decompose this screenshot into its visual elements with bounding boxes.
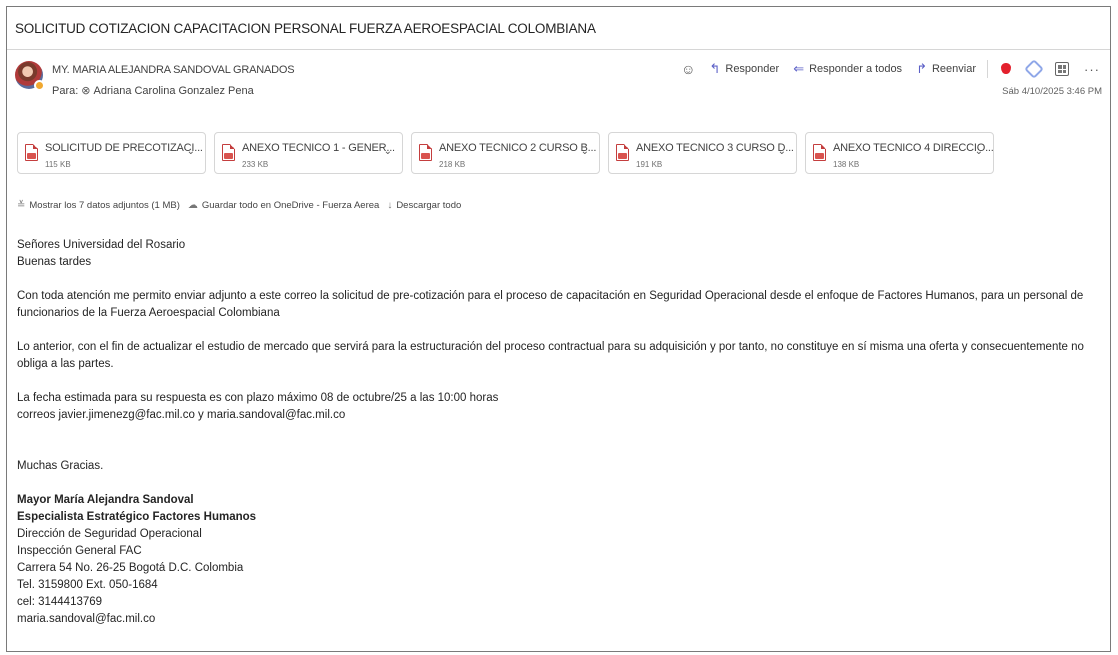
add-in-button[interactable] <box>994 62 1018 76</box>
forward-button[interactable]: ↱ Reenviar <box>911 61 981 77</box>
forward-label: Reenviar <box>931 63 976 75</box>
pdf-file-icon <box>813 144 826 161</box>
more-options-icon[interactable]: ··· <box>1078 62 1100 77</box>
pdf-file-icon <box>616 144 629 161</box>
reply-all-button[interactable]: ⇐ Responder a todos <box>788 61 907 77</box>
sender-avatar[interactable] <box>15 61 45 91</box>
attachment-size: 138 KB <box>833 160 860 169</box>
chevron-down-icon[interactable]: ⌄ <box>778 146 786 157</box>
chevron-down-icon[interactable]: ⌄ <box>384 146 392 157</box>
recipient-line: Para: ⊗ Adriana Carolina Gonzalez Pena <box>52 84 254 98</box>
signature-line: Tel. 3159800 Ext. 050-1684 <box>17 579 158 591</box>
message-body: Señores Universidad del Rosario Buenas t… <box>17 237 1100 628</box>
attachment-size: 191 KB <box>636 160 663 169</box>
attachment-size: 218 KB <box>439 160 466 169</box>
attachment-name: ANEXO TECNICO 4 DIRECCIO... <box>833 142 994 154</box>
reply-all-label: Responder a todos <box>809 63 903 75</box>
heart-icon <box>999 62 1013 76</box>
attachment-name: ANEXO TECNICO 3 CURSO D... <box>636 142 794 154</box>
double-chevron-down-icon: ≚ <box>17 200 26 211</box>
pdf-file-icon <box>222 144 235 161</box>
save-onedrive-label: Guardar todo en OneDrive - Fuerza Aerea <box>201 200 380 211</box>
show-all-label: Mostrar los 7 datos adjuntos (1 MB) <box>29 200 180 211</box>
email-subject: SOLICITUD COTIZACION CAPACITACION PERSON… <box>7 7 1110 50</box>
signature-line: cel: 3144413769 <box>17 596 103 608</box>
signature-title: Especialista Estratégico Factores Humano… <box>17 511 257 523</box>
signature-name: Mayor María Alejandra Sandoval <box>17 494 194 506</box>
attachment-name: SOLICITUD DE PRECOTIZACI... <box>45 142 203 154</box>
body-paragraph: correos javier.jimenezg@fac.mil.co y mar… <box>17 409 346 421</box>
presence-away-icon <box>34 80 45 91</box>
save-onedrive-link[interactable]: ☁ Guardar todo en OneDrive - Fuerza Aere… <box>188 200 379 211</box>
attachment-card[interactable]: ANEXO TECNICO 1 - GENER... 233 KB ⌄ <box>214 132 403 174</box>
chevron-down-icon[interactable]: ⌄ <box>581 146 589 157</box>
loop-button[interactable] <box>1022 59 1046 79</box>
sender-name[interactable]: MY. MARIA ALEJANDRA SANDOVAL GRANADOS <box>52 64 295 76</box>
signature-line: Inspección General FAC <box>17 545 142 557</box>
message-header: MY. MARIA ALEJANDRA SANDOVAL GRANADOS Pa… <box>7 50 1110 102</box>
reply-button[interactable]: ↰ Responder <box>704 61 784 77</box>
download-all-label: Descargar todo <box>396 200 462 211</box>
closing-line: Muchas Gracias. <box>17 460 104 472</box>
body-paragraph: La fecha estimada para su respuesta es c… <box>17 392 499 404</box>
attachment-card[interactable]: ANEXO TECNICO 3 CURSO D... 191 KB ⌄ <box>608 132 797 174</box>
attachment-name: ANEXO TECNICO 1 - GENER... <box>242 142 395 154</box>
message-actions: ☺ ↰ Responder ⇐ Responder a todos ↱ Reen… <box>676 59 1100 79</box>
reply-all-icon: ⇐ <box>793 61 805 76</box>
signature-email[interactable]: maria.sandoval@fac.mil.co <box>17 611 1100 628</box>
email-reading-pane: SOLICITUD COTIZACION CAPACITACION PERSON… <box>6 6 1111 652</box>
react-button[interactable]: ☺ <box>676 61 700 77</box>
cloud-icon: ☁ <box>187 200 198 211</box>
greeting-line: Buenas tardes <box>17 256 92 268</box>
body-paragraph: Con toda atención me permito enviar adju… <box>17 290 1084 319</box>
signature-line: Dirección de Seguridad Operacional <box>17 528 202 540</box>
attachment-name: ANEXO TECNICO 2 CURSO B... <box>439 142 597 154</box>
attachment-list: SOLICITUD DE PRECOTIZACI... 115 KB ⌄ ANE… <box>17 132 994 174</box>
reply-icon: ↰ <box>709 61 721 76</box>
attachment-card[interactable]: ANEXO TECNICO 4 DIRECCIO... 138 KB ⌄ <box>805 132 994 174</box>
to-label: Para: <box>52 84 79 97</box>
apps-icon <box>1055 62 1069 76</box>
signature-line: Carrera 54 No. 26-25 Bogotá D.C. Colombi… <box>17 562 244 574</box>
received-date: Sáb 4/10/2025 3:46 PM <box>1002 86 1102 97</box>
apps-button[interactable] <box>1050 62 1074 76</box>
recipient-name[interactable]: Adriana Carolina Gonzalez Pena <box>94 85 254 97</box>
chevron-down-icon[interactable]: ⌄ <box>187 146 195 157</box>
pdf-file-icon <box>419 144 432 161</box>
greeting-line: Señores Universidad del Rosario <box>17 239 186 251</box>
smiley-icon: ☺ <box>681 61 696 77</box>
loop-icon <box>1024 59 1044 79</box>
download-all-link[interactable]: ↓ Descargar todo <box>387 200 461 211</box>
download-icon: ↓ <box>387 200 393 211</box>
attachment-size: 233 KB <box>242 160 269 169</box>
reply-label: Responder <box>725 63 780 75</box>
attachment-card[interactable]: SOLICITUD DE PRECOTIZACI... 115 KB ⌄ <box>17 132 206 174</box>
forward-icon: ↱ <box>916 61 927 76</box>
body-paragraph: Lo anterior, con el fin de actualizar el… <box>17 341 1084 370</box>
pdf-file-icon <box>25 144 38 161</box>
attachment-size: 115 KB <box>45 160 71 169</box>
attachment-card[interactable]: ANEXO TECNICO 2 CURSO B... 218 KB ⌄ <box>411 132 600 174</box>
show-all-attachments-link[interactable]: ≚ Mostrar los 7 datos adjuntos (1 MB) <box>17 200 180 211</box>
chevron-down-icon[interactable]: ⌄ <box>975 146 983 157</box>
toolbar-divider <box>987 60 988 78</box>
attachment-actions: ≚ Mostrar los 7 datos adjuntos (1 MB) ☁ … <box>17 200 461 211</box>
recipient-status-icon: ⊗ <box>81 85 91 97</box>
